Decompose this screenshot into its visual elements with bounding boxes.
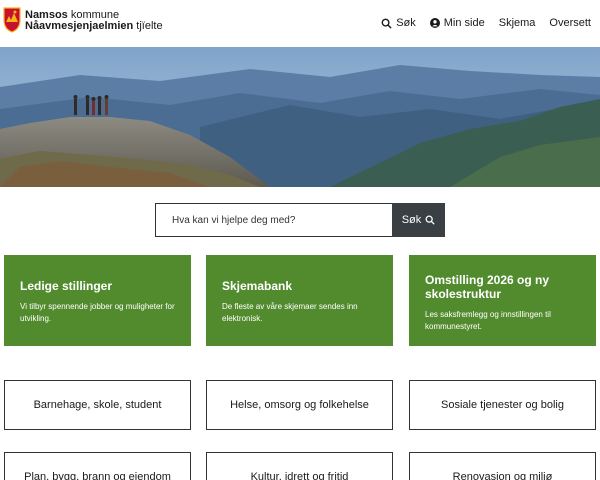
user-circle-icon <box>429 18 440 28</box>
card-restructuring[interactable]: Omstilling 2026 og ny skolestruktur Les … <box>409 255 596 346</box>
search-bar: Søk <box>155 203 445 237</box>
category-label: Kultur, idrett og fritid <box>250 471 349 480</box>
card-text: De fleste av våre skjemaer sendes inn el… <box>222 302 358 323</box>
category-label: Sosiale tjenester og bolig <box>441 399 564 411</box>
search-button-label: Søk <box>401 214 422 226</box>
nav-my-page-label: Min side <box>443 17 485 29</box>
site-header: Namsos kommune Nåavmesjenjaelmien tjïelt… <box>0 0 600 47</box>
category-culture[interactable]: Kultur, idrett og fritid <box>206 452 393 480</box>
nav-forms[interactable]: Skjema <box>499 17 536 29</box>
card-text: Les saksfremlegg og innstillingen til ko… <box>425 310 551 331</box>
category-label: Barnehage, skole, student <box>33 399 162 411</box>
search-icon <box>381 18 392 29</box>
nav-my-page[interactable]: Min side <box>429 17 485 29</box>
search-button[interactable]: Søk <box>392 203 445 237</box>
hero-landscape-image <box>0 47 600 187</box>
category-education[interactable]: Barnehage, skole, student <box>4 380 191 430</box>
card-text: Vi tilbyr spennende jobber og muligheter… <box>20 302 175 323</box>
category-planning[interactable]: Plan, bygg, brann og eiendom <box>4 452 191 480</box>
site-brand[interactable]: Namsos kommune Nåavmesjenjaelmien tjïelt… <box>25 10 163 32</box>
nav-search[interactable]: Søk <box>381 17 416 29</box>
nav-translate[interactable]: Oversett <box>549 17 591 29</box>
card-vacancies[interactable]: Ledige stillinger Vi tilbyr spennende jo… <box>4 255 191 346</box>
category-label: Plan, bygg, brann og eiendom <box>24 471 171 480</box>
card-title: Ledige stillinger <box>20 279 113 293</box>
brand-line2-bold: Nåavmesjenjaelmien <box>25 20 134 32</box>
top-nav: Søk Min side Skjema Oversett <box>367 17 591 29</box>
card-title: Omstilling 2026 og ny skolestruktur <box>425 273 550 301</box>
brand-line2-rest: tjïelte <box>133 20 163 32</box>
category-label: Helse, omsorg og folkehelse <box>230 399 369 411</box>
coat-of-arms-logo[interactable] <box>3 7 21 33</box>
card-forms-bank[interactable]: Skjemabank De fleste av våre skjemaer se… <box>206 255 393 346</box>
nav-forms-label: Skjema <box>498 17 536 29</box>
card-title: Skjemabank <box>222 279 293 293</box>
category-health[interactable]: Helse, omsorg og folkehelse <box>206 380 393 430</box>
search-input[interactable] <box>155 203 392 237</box>
category-label: Renovasjon og miljø <box>452 471 553 480</box>
search-icon <box>425 215 435 225</box>
category-waste[interactable]: Renovasjon og miljø <box>409 452 596 480</box>
category-social[interactable]: Sosiale tjenester og bolig <box>409 380 596 430</box>
nav-translate-label: Oversett <box>549 17 591 29</box>
nav-search-label: Søk <box>396 17 416 29</box>
